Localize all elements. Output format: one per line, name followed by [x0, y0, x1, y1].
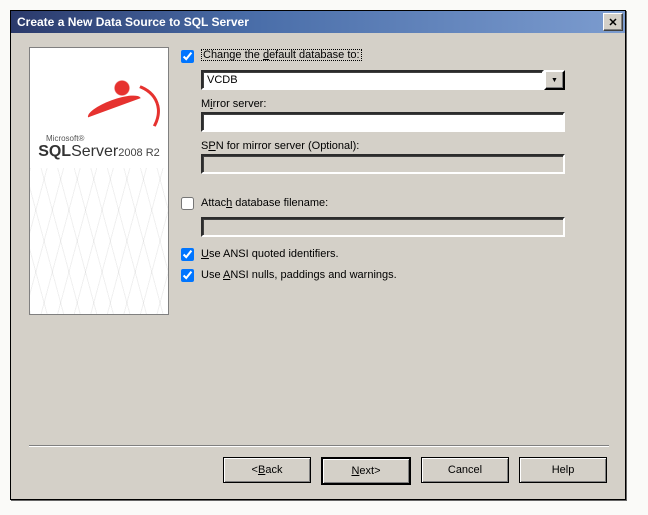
chevron-down-icon: ▼: [551, 77, 558, 84]
form-area: Change the default database to: VCDB ▼ M…: [169, 47, 609, 431]
logo-version: 2008 R2: [118, 147, 160, 159]
help-button[interactable]: Help: [519, 457, 607, 483]
change-default-db-label[interactable]: Change the default database to:: [201, 49, 362, 61]
ansi-nulls-label[interactable]: Use ANSI nulls, paddings and warnings.: [201, 268, 397, 281]
default-db-dropdown-button[interactable]: ▼: [544, 70, 565, 90]
back-button[interactable]: < Back: [223, 457, 311, 483]
ansi-quoted-identifiers-label[interactable]: Use ANSI quoted identifiers.: [201, 247, 339, 260]
wizard-sidebar-image: Microsoft® SQLServer2008 R2: [29, 47, 169, 315]
cancel-button[interactable]: Cancel: [421, 457, 509, 483]
window-title: Create a New Data Source to SQL Server: [17, 15, 249, 29]
change-default-db-checkbox[interactable]: [181, 50, 194, 63]
logo-vendor: Microsoft®: [30, 134, 168, 143]
separator: [29, 445, 609, 447]
logo-product-prefix: SQL: [38, 143, 71, 160]
mirror-spn-input: [201, 154, 565, 174]
client-area: Microsoft® SQLServer2008 R2 Change the: [11, 33, 625, 499]
mirror-server-input[interactable]: [201, 112, 565, 132]
close-button[interactable]: ✕: [603, 13, 623, 31]
attach-db-filename-label[interactable]: Attach database filename:: [201, 196, 328, 209]
mirror-server-label: Mirror server:: [201, 98, 609, 110]
default-db-combobox[interactable]: VCDB ▼: [201, 70, 565, 90]
default-db-value[interactable]: VCDB: [201, 70, 544, 90]
close-icon: ✕: [608, 16, 617, 29]
next-button[interactable]: Next >: [321, 457, 411, 485]
ansi-quoted-identifiers-checkbox[interactable]: [181, 248, 194, 261]
ansi-nulls-checkbox[interactable]: [181, 269, 194, 282]
attach-db-filename-checkbox[interactable]: [181, 197, 194, 210]
attach-db-filename-input: [201, 217, 565, 237]
odbc-sql-server-wizard-dialog: Create a New Data Source to SQL Server ✕…: [10, 10, 626, 500]
titlebar[interactable]: Create a New Data Source to SQL Server ✕: [11, 11, 625, 33]
mirror-spn-label: SPN for mirror server (Optional):: [201, 140, 609, 152]
logo-product-word: Server: [71, 143, 118, 160]
wizard-buttons: < Back Next > Cancel Help: [29, 457, 609, 485]
